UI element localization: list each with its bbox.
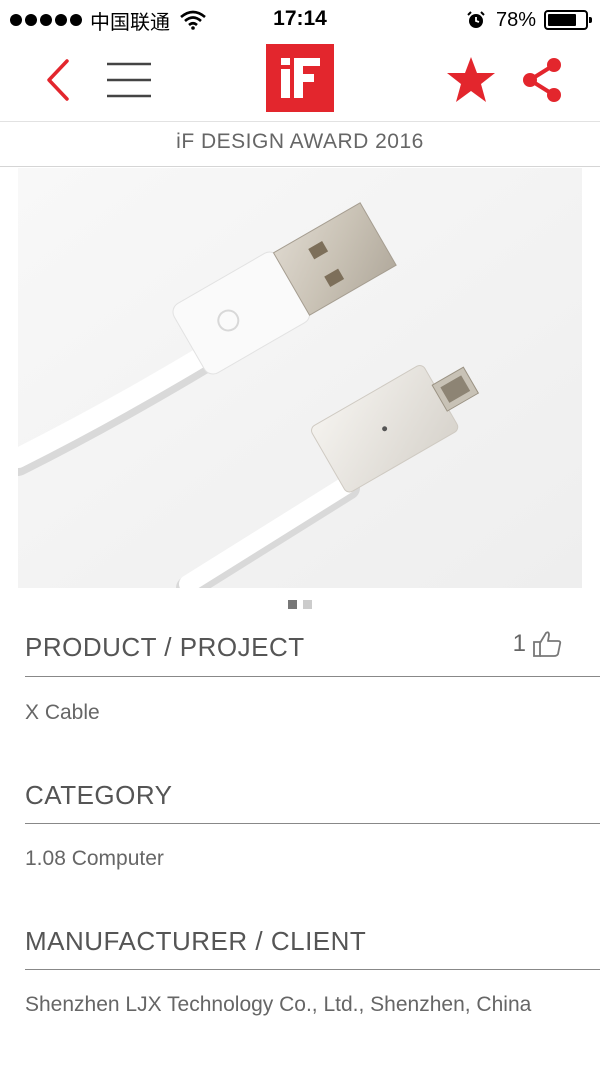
manufacturer-heading: MANUFACTURER / CLIENT <box>25 926 367 956</box>
battery-level-fill <box>548 14 577 26</box>
category-heading: CATEGORY <box>25 780 173 810</box>
product-image[interactable] <box>18 168 582 588</box>
section-divider <box>25 676 600 677</box>
if-logo-mark <box>281 58 320 98</box>
carousel-dot[interactable] <box>288 600 297 609</box>
usb-cable-photo <box>18 168 582 588</box>
nav-bar <box>0 40 600 122</box>
share-icon <box>523 58 561 102</box>
back-button[interactable] <box>36 52 80 108</box>
carousel-pagination <box>0 600 600 609</box>
share-button[interactable] <box>514 52 570 108</box>
menu-button[interactable] <box>100 54 158 106</box>
favorite-button[interactable] <box>442 52 500 108</box>
star-icon <box>447 57 495 102</box>
alarm-clock-icon <box>467 11 485 28</box>
thumbs-up-icon <box>533 631 562 657</box>
section-divider <box>25 823 600 824</box>
manufacturer-value: Shenzhen LJX Technology Co., Ltd., Shenz… <box>25 993 532 1016</box>
like-button[interactable]: 1 <box>513 630 562 658</box>
back-chevron-icon <box>47 59 69 101</box>
carousel-dot[interactable] <box>303 600 312 609</box>
award-title: iF DESIGN AWARD 2016 <box>0 122 600 167</box>
battery-icon <box>544 10 592 30</box>
battery-percent: 78% <box>495 8 536 31</box>
like-count: 1 <box>512 630 526 657</box>
category-value: 1.08 Computer <box>25 847 164 870</box>
hamburger-menu-icon <box>107 62 151 98</box>
product-value: X Cable <box>25 701 100 724</box>
section-divider <box>25 969 600 970</box>
status-bar: 中国联通 17:14 78% <box>0 0 600 40</box>
status-right: 78% <box>466 7 592 33</box>
if-logo[interactable] <box>266 44 334 112</box>
